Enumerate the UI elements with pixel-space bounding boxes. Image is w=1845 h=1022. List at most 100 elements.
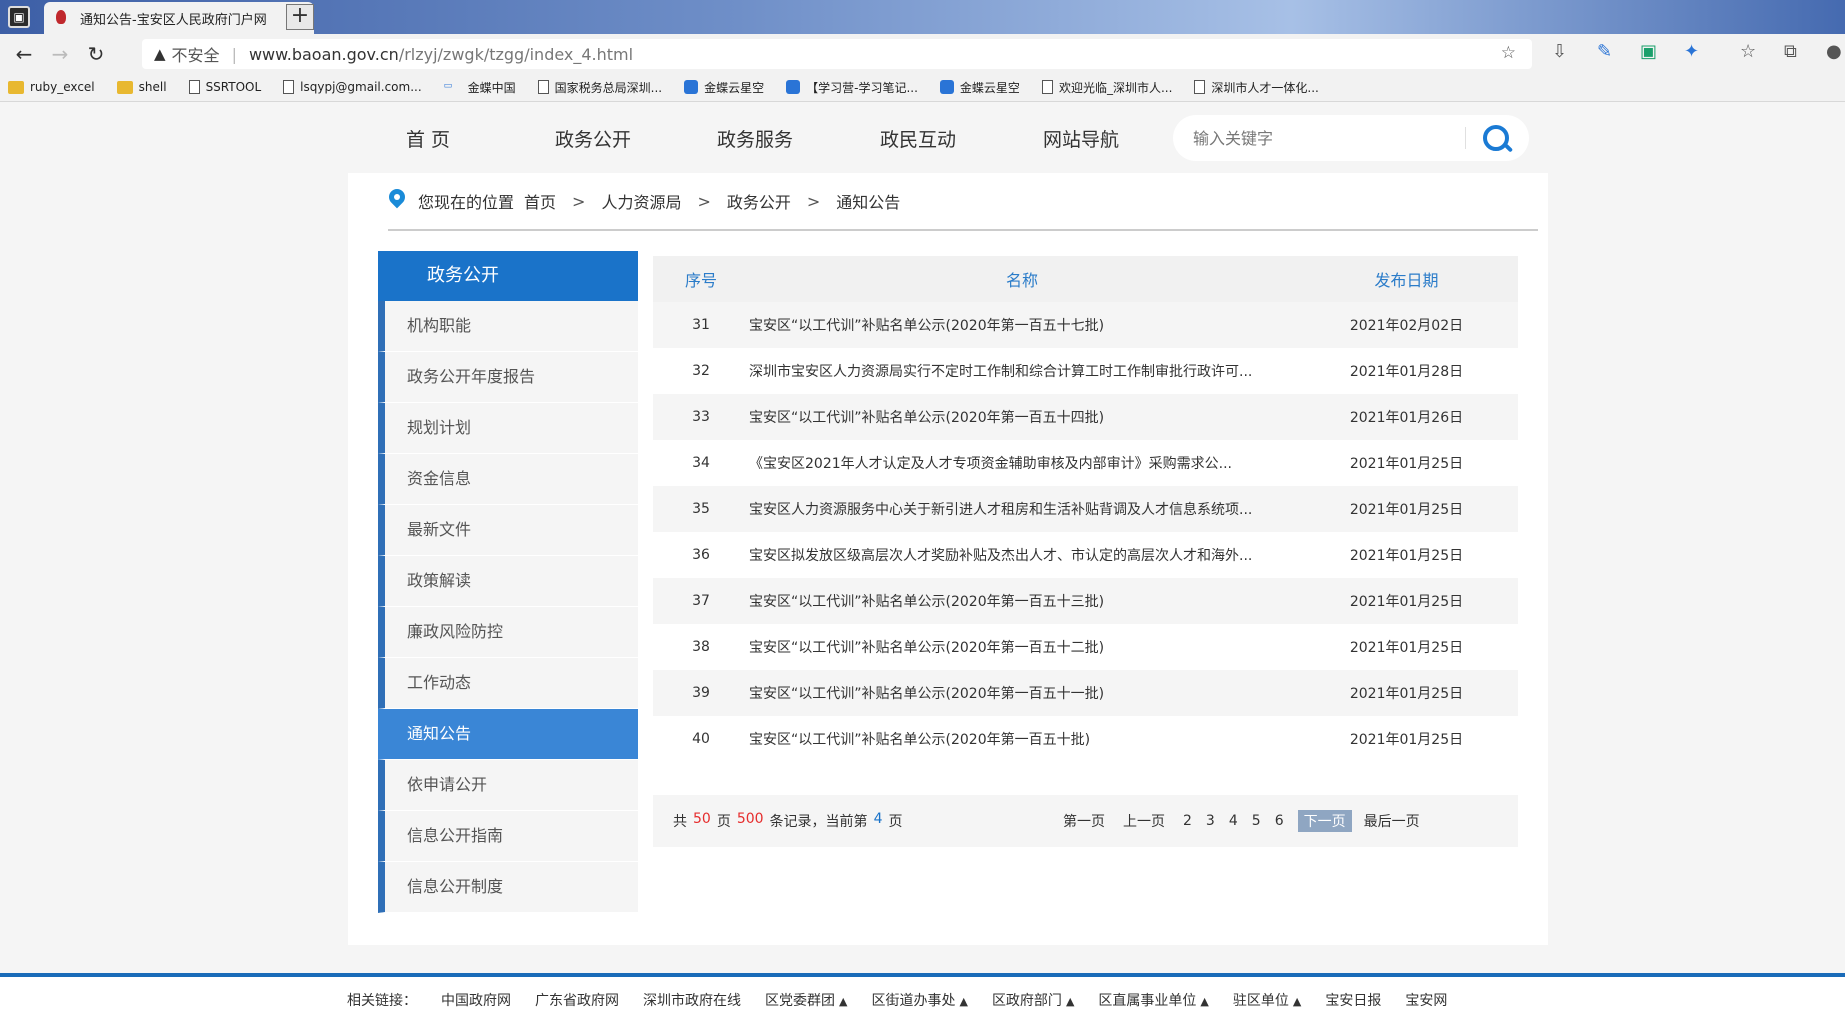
table-row[interactable]: 35 宝安区人力资源服务中心关于新引进人才租房和生活补贴背调及人才信息系统项...… [653, 486, 1518, 532]
row-title-link[interactable]: 《宝安区2021年人才认定及人才专项资金辅助审核及内部审计》采购需求公... [749, 453, 1295, 473]
table-row[interactable]: 34 《宝安区2021年人才认定及人才专项资金辅助审核及内部审计》采购需求公...… [653, 440, 1518, 486]
row-number: 37 [692, 593, 710, 609]
bookmark-item[interactable]: 金蝶云星空 [684, 79, 764, 96]
footer-dropdown-units[interactable]: 驻区单位 ▲ [1233, 990, 1301, 1010]
nav-home[interactable]: 首 页 [406, 125, 450, 152]
footer-link-sz-gov[interactable]: 深圳市政府在线 [643, 990, 741, 1010]
bookmark-star-icon[interactable]: ☆ [1501, 43, 1516, 63]
total-records: 500 [736, 811, 764, 827]
browser-tab-strip: ▣ 通知公告-宝安区人民政府门户网 × + [0, 0, 1845, 34]
table-row[interactable]: 37 宝安区“以工代训”补贴名单公示(2020年第一百五十三批) 2021年01月2… [653, 578, 1518, 624]
table-row[interactable]: 36 宝安区拟发放区级高层次人才奖励补贴及杰出人才、市认定的高层次人才和海外...… [653, 532, 1518, 578]
page-link-2[interactable]: 2 [1183, 813, 1192, 829]
bookmark-item[interactable]: ruby_excel [8, 80, 95, 94]
bookmark-item[interactable]: 国家税务总局深圳... [537, 79, 662, 96]
row-title-link[interactable]: 深圳市宝安区人力资源局实行不定时工作制和综合计算工时工作制审批行政许可... [749, 361, 1295, 381]
browser-tab[interactable]: 通知公告-宝安区人民政府门户网 × [44, 2, 314, 34]
search-input[interactable] [1193, 128, 1443, 148]
breadcrumb-separator: > [697, 191, 711, 211]
sidebar-item-functions[interactable]: 机构职能 [378, 301, 638, 352]
bookmark-item[interactable]: 金蝶云星空 [939, 79, 1020, 96]
footer-dropdown-depts[interactable]: 区政府部门 ▲ [992, 990, 1074, 1010]
sidebar-item-on-request[interactable]: 依申请公开 [378, 760, 638, 811]
table-row[interactable]: 33 宝安区“以工代训”补贴名单公示(2020年第一百五十四批) 2021年01月2… [653, 394, 1518, 440]
bookmark-item[interactable]: lsqypj@gmail.com... [283, 80, 422, 94]
sidebar: 政务公开 机构职能 政务公开年度报告 规划计划 资金信息 最新文件 政策解读 廉… [378, 251, 638, 913]
sidebar-item-plans[interactable]: 规划计划 [378, 403, 638, 454]
table-row[interactable]: 32 深圳市宝安区人力资源局实行不定时工作制和综合计算工时工作制审批行政许可...… [653, 348, 1518, 394]
row-date: 2021年02月02日 [1349, 318, 1464, 334]
new-tab-button[interactable]: + [286, 4, 314, 30]
row-title-link[interactable]: 宝安区“以工代训”补贴名单公示(2020年第一百五十四批) [749, 407, 1295, 427]
bookmark-item[interactable]: 欢迎光临_深圳市人... [1041, 79, 1172, 96]
collections-icon[interactable]: ⧉ [1784, 41, 1797, 62]
sidebar-item-work-news[interactable]: 工作动态 [378, 658, 638, 709]
bookmark-item[interactable]: ▭ 金蝶中国 [444, 79, 516, 96]
bird-extension-icon[interactable]: ✦ [1684, 41, 1699, 62]
address-bar[interactable]: ▲ 不安全 | www.baoan.gov.cn/rlzyj/zwgk/tzgg… [142, 39, 1532, 69]
footer-link-baoan-net[interactable]: 宝安网 [1405, 990, 1447, 1010]
footer-link-baoan-daily[interactable]: 宝安日报 [1325, 990, 1381, 1010]
page-link-6[interactable]: 6 [1275, 813, 1284, 829]
page-link-5[interactable]: 5 [1252, 813, 1261, 829]
row-title-link[interactable]: 宝安区“以工代训”补贴名单公示(2020年第一百五十二批) [749, 637, 1295, 657]
footer-dropdown-party[interactable]: 区党委群团 ▲ [765, 990, 847, 1010]
save-extension-icon[interactable]: ▣ [1640, 41, 1657, 62]
table-row[interactable]: 39 宝安区“以工代训”补贴名单公示(2020年第一百五十一批) 2021年01月2… [653, 670, 1518, 716]
sidebar-item-funds[interactable]: 资金信息 [378, 454, 638, 505]
triangle-up-icon: ▲ [1065, 994, 1075, 1008]
bookmark-item[interactable]: SSRTOOL [188, 80, 261, 94]
prev-page-link[interactable]: 上一页 [1123, 811, 1165, 831]
sidebar-item-disclosure-rules[interactable]: 信息公开制度 [378, 862, 638, 913]
last-page-link[interactable]: 最后一页 [1364, 811, 1420, 831]
table-row[interactable]: 40 宝安区“以工代训”补贴名单公示(2020年第一百五十批) 2021年01月25… [653, 716, 1518, 762]
favorites-icon[interactable]: ☆ [1740, 41, 1756, 62]
footer-dropdown-institutions[interactable]: 区直属事业单位 ▲ [1098, 990, 1208, 1010]
footer-dropdown-street[interactable]: 区街道办事处 ▲ [871, 990, 967, 1010]
bookmark-label: ruby_excel [30, 80, 95, 94]
search-icon[interactable] [1483, 125, 1509, 151]
forward-arrow-icon[interactable]: → [46, 40, 74, 68]
sidebar-item-disclosure-guide[interactable]: 信息公开指南 [378, 811, 638, 862]
next-page-link[interactable]: 下一页 [1297, 810, 1352, 832]
bookmark-item[interactable]: 深圳市人才一体化... [1194, 79, 1319, 96]
pager-text: 页 [716, 814, 731, 830]
reload-icon[interactable]: ↻ [82, 40, 110, 68]
row-title-link[interactable]: 宝安区拟发放区级高层次人才奖励补贴及杰出人才、市认定的高层次人才和海外... [749, 545, 1295, 565]
sidebar-item-policy[interactable]: 政策解读 [378, 556, 638, 607]
footer-link-cn-gov[interactable]: 中国政府网 [441, 990, 511, 1010]
breadcrumb-hr-bureau[interactable]: 人力资源局 [601, 189, 681, 213]
row-title-link[interactable]: 宝安区人力资源服务中心关于新引进人才租房和生活补贴背调及人才信息系统项... [749, 499, 1295, 519]
sidebar-item-risk-control[interactable]: 廉政风险防控 [378, 607, 638, 658]
url-text[interactable]: www.baoan.gov.cn/rlzyj/zwgk/tzgg/index_4… [249, 45, 633, 64]
nav-gov-affairs[interactable]: 政务公开 [555, 125, 631, 152]
nav-site-guide[interactable]: 网站导航 [1043, 125, 1119, 152]
row-title-link[interactable]: 宝安区“以工代训”补贴名单公示(2020年第一百五十七批) [749, 315, 1295, 335]
header-date: 发布日期 [1374, 271, 1439, 290]
bookmark-item[interactable]: 【学习营-学习笔记... [786, 79, 918, 96]
nav-gov-services[interactable]: 政务服务 [717, 125, 793, 152]
breadcrumb-notices[interactable]: 通知公告 [836, 189, 900, 213]
table-row[interactable]: 38 宝安区“以工代训”补贴名单公示(2020年第一百五十二批) 2021年01月2… [653, 624, 1518, 670]
page-link-3[interactable]: 3 [1206, 813, 1215, 829]
sidebar-item-notices[interactable]: 通知公告 [378, 709, 638, 760]
breadcrumb-home[interactable]: 首页 [524, 189, 556, 213]
breadcrumb-gov-affairs[interactable]: 政务公开 [727, 189, 791, 213]
download-icon[interactable]: ⇩ [1552, 41, 1567, 62]
page-link-4[interactable]: 4 [1229, 813, 1238, 829]
footer-link-gd-gov[interactable]: 广东省政府网 [535, 990, 619, 1010]
pen-extension-icon[interactable]: ✎ [1597, 41, 1612, 62]
row-title-link[interactable]: 宝安区“以工代训”补贴名单公示(2020年第一百五十批) [749, 729, 1295, 749]
table-row[interactable]: 31 宝安区“以工代训”补贴名单公示(2020年第一百五十七批) 2021年02月0… [653, 302, 1518, 348]
sidebar-item-annual-report[interactable]: 政务公开年度报告 [378, 352, 638, 403]
pagination-links: 第一页 上一页 2 3 4 5 6 下一页 最后一页 [1063, 810, 1420, 832]
window-menu-icon[interactable]: ▣ [8, 6, 30, 28]
back-arrow-icon[interactable]: ← [10, 40, 38, 68]
profile-avatar-icon[interactable]: ● [1826, 41, 1842, 62]
row-title-link[interactable]: 宝安区“以工代训”补贴名单公示(2020年第一百五十三批) [749, 591, 1295, 611]
first-page-link[interactable]: 第一页 [1063, 811, 1105, 831]
sidebar-item-latest-files[interactable]: 最新文件 [378, 505, 638, 556]
bookmark-item[interactable]: shell [116, 80, 167, 94]
nav-interaction[interactable]: 政民互动 [880, 125, 956, 152]
row-title-link[interactable]: 宝安区“以工代训”补贴名单公示(2020年第一百五十一批) [749, 683, 1295, 703]
